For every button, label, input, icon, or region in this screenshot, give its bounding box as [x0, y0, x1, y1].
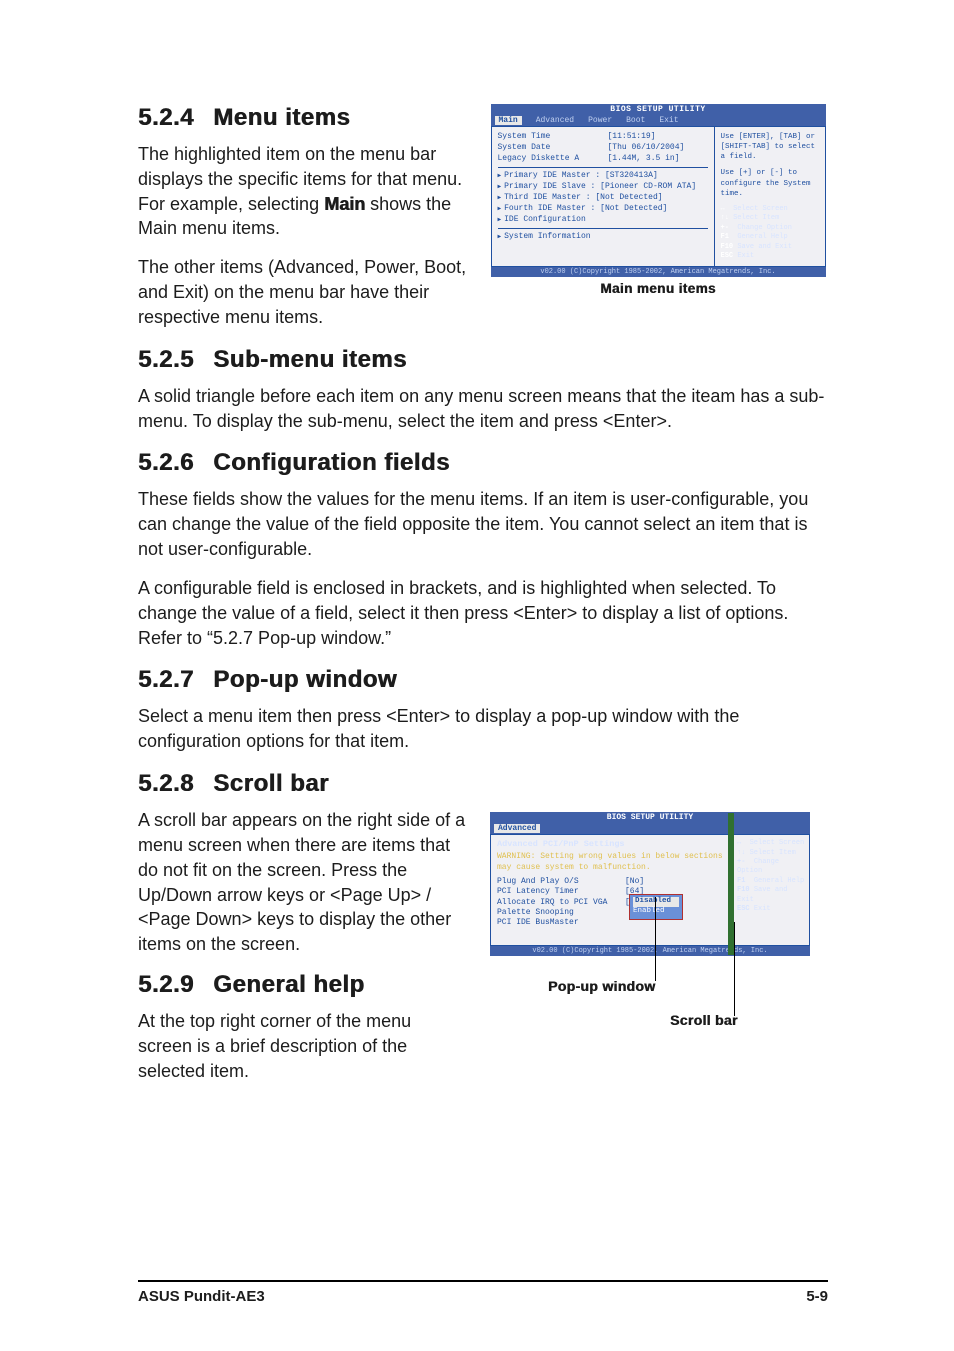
para-526-1: These fields show the values for the men…: [138, 487, 828, 561]
para-528-1: A scroll bar appears on the right side o…: [138, 808, 468, 882]
para-525-1: A solid triangle before each item on any…: [138, 384, 828, 434]
callout-popup-window: Pop-up window: [548, 978, 655, 994]
page-footer: ASUS Pundit-AE3 5-9: [0, 1280, 954, 1305]
caption-main-menu-items: Main menu items: [600, 281, 716, 296]
callout-scroll-bar: Scroll bar: [670, 1012, 738, 1028]
heading-528: 5.2.8 Scroll bar: [138, 770, 828, 798]
para-527-1: Select a menu item then press <Enter> to…: [138, 704, 828, 754]
bios1-tab-power: Power: [588, 116, 612, 125]
bios1-tab-exit: Exit: [659, 116, 678, 125]
heading-527: 5.2.7 Pop-up window: [138, 666, 828, 694]
heading-529: 5.2.9 General help: [138, 971, 468, 999]
bios2-help-pane: ↔ Select Screen ↑↓ Select Item +- Change…: [733, 835, 809, 945]
callout-line-popup: [655, 897, 656, 981]
para-526-2: A configurable field is enclosed in brac…: [138, 576, 828, 650]
bios2-left-pane: Advanced PCI/PnP Settings WARNING: Setti…: [491, 835, 733, 945]
bios1-tab-boot: Boot: [626, 116, 645, 125]
para-528-2: Up/Down arrow keys or <Page Up> / <Page …: [138, 883, 468, 957]
bios1-tab-advanced: Advanced: [536, 116, 574, 125]
bios-screenshot-main: BIOS SETUP UTILITY Main Advanced Power B…: [491, 104, 826, 277]
para-524-1: The highlighted item on the menu bar dis…: [138, 142, 468, 241]
heading-525: 5.2.5 Sub-menu items: [138, 346, 828, 374]
callout-line-scrollbar: [734, 922, 735, 1016]
para-524-2: The other items (Advanced, Power, Boot, …: [138, 255, 468, 329]
bios1-tab-bar: Main Advanced Power Boot Exit: [491, 115, 826, 126]
bios1-help-pane: Use [ENTER], [TAB] or [SHIFT-TAB] to sel…: [715, 127, 825, 266]
bios2-tab-bar: Advanced: [490, 823, 810, 834]
heading-526: 5.2.6 Configuration fields: [138, 449, 828, 477]
bios2-popup-options: Disabled Enabled: [629, 894, 683, 920]
heading-524: 5.2.4 Menu items: [138, 104, 468, 132]
footer-product: ASUS Pundit-AE3: [138, 1288, 265, 1305]
bios1-tab-main: Main: [495, 116, 522, 125]
bios-screenshot-popup: BIOS SETUP UTILITY Advanced Advanced PCI…: [490, 812, 810, 956]
footer-page-number: 5-9: [806, 1288, 828, 1305]
para-529-1: At the top right corner of the menu scre…: [138, 1009, 468, 1083]
bios1-left-pane: System Time[11:51:19] System Date[Thu 06…: [492, 127, 715, 266]
